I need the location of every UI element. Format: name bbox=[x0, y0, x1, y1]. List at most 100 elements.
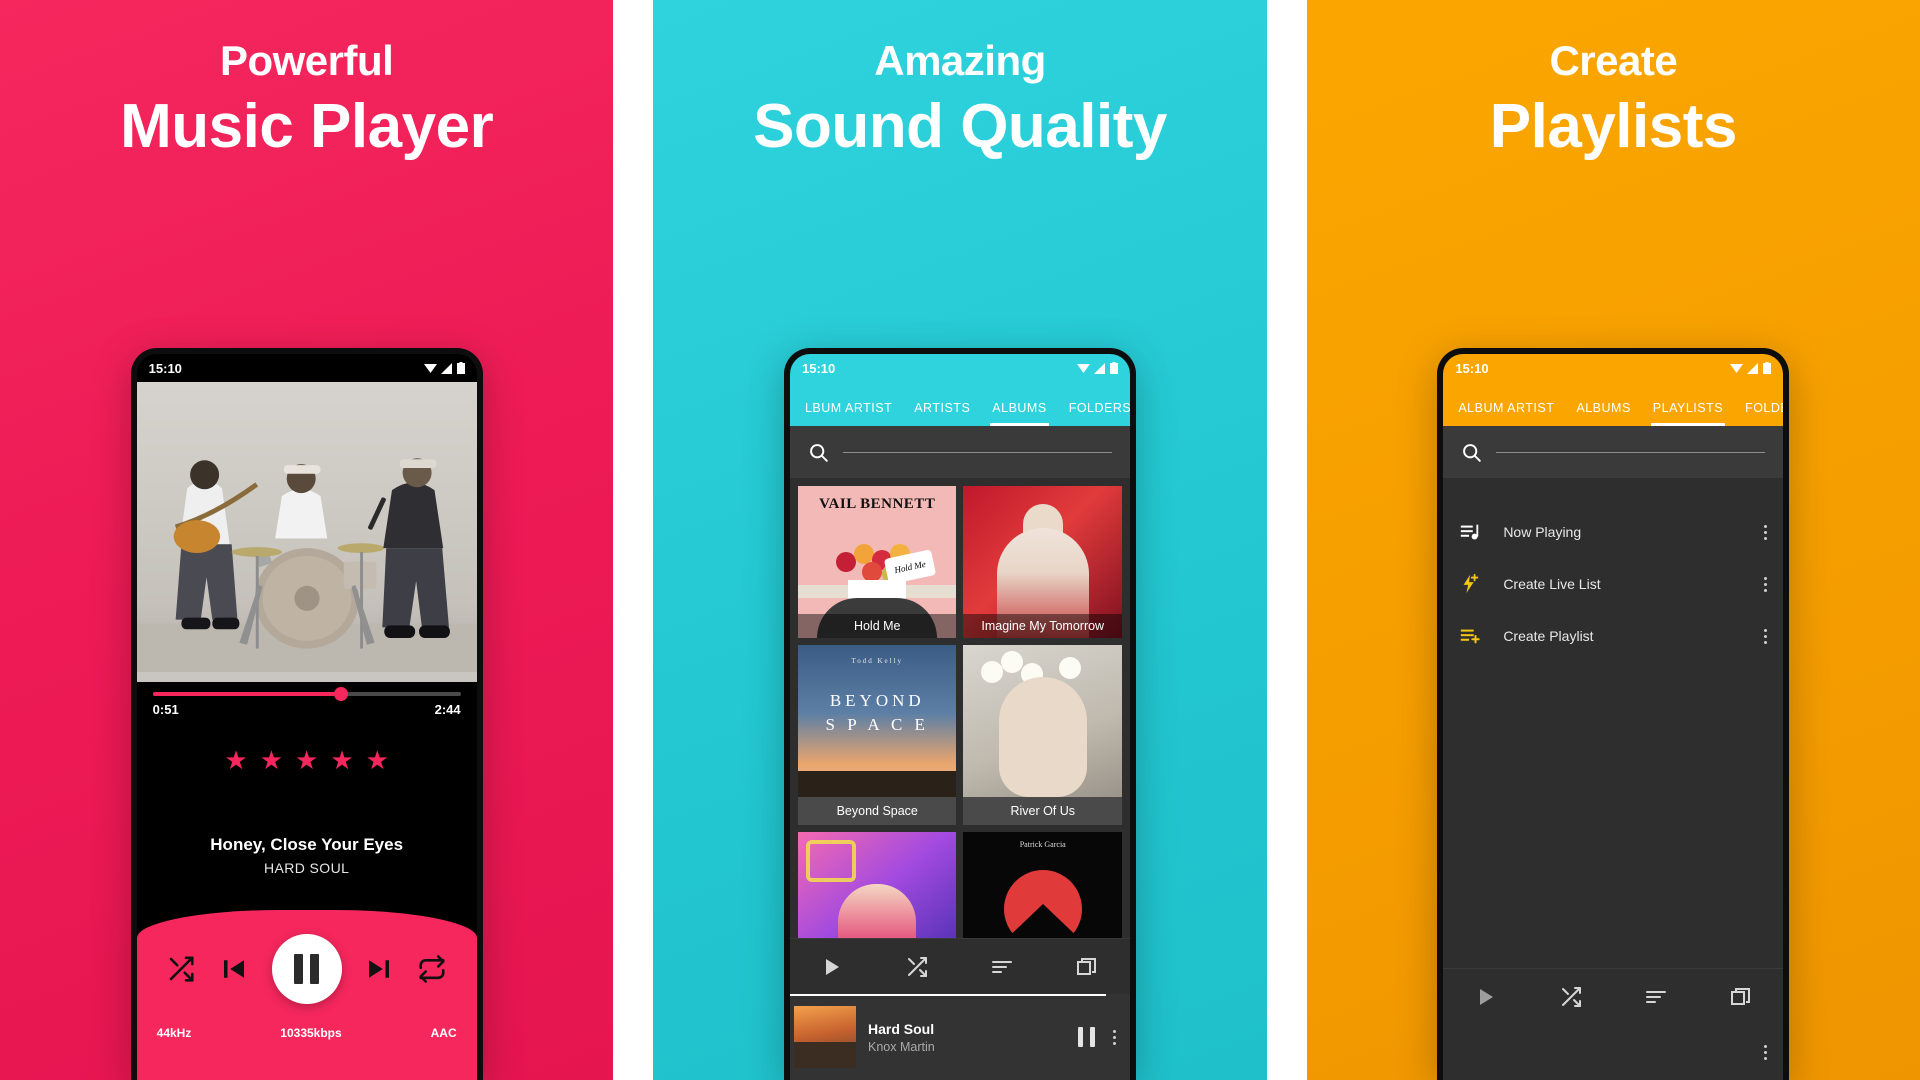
phone-mockup-2: 15:10 LBUM ARTIST ARTISTS ALBUMS FOLDERS… bbox=[783, 348, 1136, 1080]
tab-bar-2[interactable]: LBUM ARTIST ARTISTS ALBUMS FOLDERS FOLDE… bbox=[789, 382, 1130, 426]
equalizer-icon[interactable] bbox=[990, 955, 1014, 979]
playlist-label: Now Playing bbox=[1503, 524, 1582, 540]
tab-folders[interactable]: FOLDERS bbox=[1734, 401, 1783, 426]
queue-icon[interactable] bbox=[1075, 955, 1099, 979]
tab-album-artist[interactable]: LBUM ARTIST bbox=[794, 401, 903, 426]
total-time: 2:44 bbox=[434, 702, 461, 717]
bottom-tab-bar-2[interactable] bbox=[789, 938, 1130, 994]
tab-folders[interactable]: FOLDERS bbox=[1058, 401, 1130, 426]
shuffle-icon[interactable] bbox=[905, 955, 929, 979]
queue-music-icon bbox=[1459, 521, 1493, 543]
now-playing-progress bbox=[789, 994, 1107, 996]
star-icon[interactable]: ★ bbox=[260, 747, 283, 773]
codec: AAC bbox=[430, 1026, 457, 1040]
tab-artists[interactable]: ARTISTS bbox=[903, 401, 981, 426]
headline-1: Powerful Music Player bbox=[120, 40, 494, 158]
player-controls-row bbox=[137, 910, 477, 1004]
headline-2: Amazing Sound Quality bbox=[753, 40, 1167, 158]
search-icon[interactable] bbox=[808, 442, 829, 463]
next-icon[interactable] bbox=[364, 954, 394, 984]
album-art-line2: S P A C E bbox=[825, 715, 929, 734]
tab-album-artist[interactable]: ALBUM ARTIST bbox=[1447, 401, 1565, 426]
tab-playlists[interactable]: PLAYLISTS bbox=[1642, 401, 1734, 426]
now-playing-title: Hard Soul bbox=[867, 1020, 935, 1037]
signal-icon bbox=[1093, 362, 1105, 374]
status-time-2: 15:10 bbox=[801, 360, 836, 376]
star-icon[interactable]: ★ bbox=[295, 747, 318, 773]
status-bar-1: 15:10 bbox=[136, 354, 477, 382]
playlist-label: Create Live List bbox=[1503, 576, 1601, 592]
album-art-line1: BEYOND bbox=[829, 691, 925, 710]
wifi-icon bbox=[1076, 363, 1090, 373]
song-title: Honey, Close Your Eyes bbox=[210, 835, 404, 854]
song-info: Honey, Close Your Eyes HARD SOUL bbox=[137, 835, 477, 876]
status-bar-2: 15:10 bbox=[789, 354, 1130, 382]
bottom-tab-bar-3[interactable] bbox=[1443, 968, 1784, 1024]
more-vertical-icon[interactable] bbox=[1112, 1029, 1116, 1045]
tab-bar-3[interactable]: ALBUM ARTIST ALBUMS PLAYLISTS FOLDERS GE… bbox=[1443, 382, 1784, 426]
more-vertical-icon[interactable] bbox=[1764, 524, 1768, 540]
list-item[interactable]: Create Playlist bbox=[1443, 610, 1783, 662]
now-playing-artist: Knox Martin bbox=[867, 1039, 935, 1054]
sample-rate: 44kHz bbox=[156, 1026, 192, 1040]
search-bar-3[interactable] bbox=[1443, 426, 1784, 478]
battery-icon bbox=[1109, 362, 1118, 374]
albums-grid-container: VAIL BENNETT Hold Me Hold Me Imagine My … bbox=[789, 478, 1130, 1080]
playlist-list: Now Playing Create Live List Create Play… bbox=[1443, 478, 1783, 662]
queue-icon[interactable] bbox=[1729, 985, 1753, 1009]
album-card[interactable]: Imagine My Tomorrow bbox=[963, 486, 1122, 638]
bitrate: 10335kbps bbox=[280, 1026, 342, 1040]
tab-albums[interactable]: ALBUMS bbox=[1565, 401, 1641, 426]
promo-screenshot-stage: Powerful Music Player 15:10 0:51 2:44 ★ … bbox=[0, 0, 1920, 1080]
band-photo bbox=[136, 382, 477, 672]
play-icon[interactable] bbox=[820, 955, 844, 979]
search-input[interactable] bbox=[842, 451, 1112, 453]
search-input[interactable] bbox=[1496, 451, 1766, 453]
repeat-icon[interactable] bbox=[417, 954, 447, 984]
status-time-1: 15:10 bbox=[148, 360, 182, 376]
battery-icon bbox=[456, 362, 465, 374]
playlists-container: Now Playing Create Live List Create Play… bbox=[1443, 478, 1784, 1080]
pause-icon[interactable] bbox=[1077, 1027, 1095, 1047]
now-playing-bar[interactable]: Hard Soul Knox Martin bbox=[789, 994, 1130, 1080]
phone-screen-3: 15:10 ALBUM ARTIST ALBUMS PLAYLISTS FOLD… bbox=[1443, 354, 1784, 1080]
pause-button[interactable] bbox=[271, 934, 342, 1004]
album-card[interactable]: River Of Us bbox=[963, 645, 1122, 825]
rating-stars[interactable]: ★ ★ ★ ★ ★ bbox=[137, 747, 477, 773]
search-bar-2[interactable] bbox=[789, 426, 1130, 478]
tab-albums[interactable]: ALBUMS bbox=[981, 401, 1057, 426]
panel-playlists: Create Playlists 15:10 ALBUM ARTIST ALBU… bbox=[1306, 0, 1920, 1080]
portrait-figure bbox=[998, 677, 1087, 797]
play-icon[interactable] bbox=[1474, 985, 1498, 1009]
more-vertical-icon[interactable] bbox=[1764, 1044, 1768, 1060]
panel-sound-quality: Amazing Sound Quality 15:10 LBUM ARTIST … bbox=[653, 0, 1267, 1080]
status-time-3: 15:10 bbox=[1455, 360, 1489, 376]
seek-thumb[interactable] bbox=[333, 687, 348, 701]
equalizer-icon[interactable] bbox=[1644, 985, 1668, 1009]
seek-progress-fill bbox=[152, 692, 341, 696]
more-vertical-icon[interactable] bbox=[1764, 628, 1768, 644]
search-icon[interactable] bbox=[1461, 442, 1482, 463]
album-card[interactable]: Todd Kelly BEYOND S P A C E Beyond Space bbox=[797, 645, 957, 825]
list-item[interactable]: Now Playing bbox=[1443, 506, 1783, 558]
phone-mockup-3: 15:10 ALBUM ARTIST ALBUMS PLAYLISTS FOLD… bbox=[1437, 348, 1790, 1080]
phone-screen-2: 15:10 LBUM ARTIST ARTISTS ALBUMS FOLDERS… bbox=[789, 354, 1130, 1080]
bottom-overflow-bar[interactable] bbox=[1443, 1024, 1784, 1080]
star-icon[interactable]: ★ bbox=[330, 747, 353, 773]
album-card[interactable]: VAIL BENNETT Hold Me Hold Me bbox=[797, 486, 957, 638]
list-item[interactable]: Create Live List bbox=[1443, 558, 1783, 610]
panel-music-player: Powerful Music Player 15:10 0:51 2:44 ★ … bbox=[0, 0, 614, 1080]
headline-main-3: Playlists bbox=[1489, 92, 1738, 161]
more-vertical-icon[interactable] bbox=[1764, 576, 1768, 592]
shuffle-icon[interactable] bbox=[1559, 985, 1583, 1009]
audio-meta: 44kHz 10335kbps AAC bbox=[137, 1004, 477, 1040]
shuffle-icon[interactable] bbox=[166, 954, 196, 984]
bolt-plus-icon bbox=[1459, 573, 1493, 595]
star-icon[interactable]: ★ bbox=[366, 747, 389, 773]
status-bar-3: 15:10 bbox=[1443, 354, 1784, 382]
star-icon[interactable]: ★ bbox=[224, 747, 247, 773]
seek-slider[interactable] bbox=[152, 687, 461, 701]
previous-icon[interactable] bbox=[219, 954, 249, 984]
album-art-subtitle: Todd Kelly bbox=[851, 657, 904, 665]
now-playing-controls[interactable] bbox=[1077, 1027, 1130, 1047]
